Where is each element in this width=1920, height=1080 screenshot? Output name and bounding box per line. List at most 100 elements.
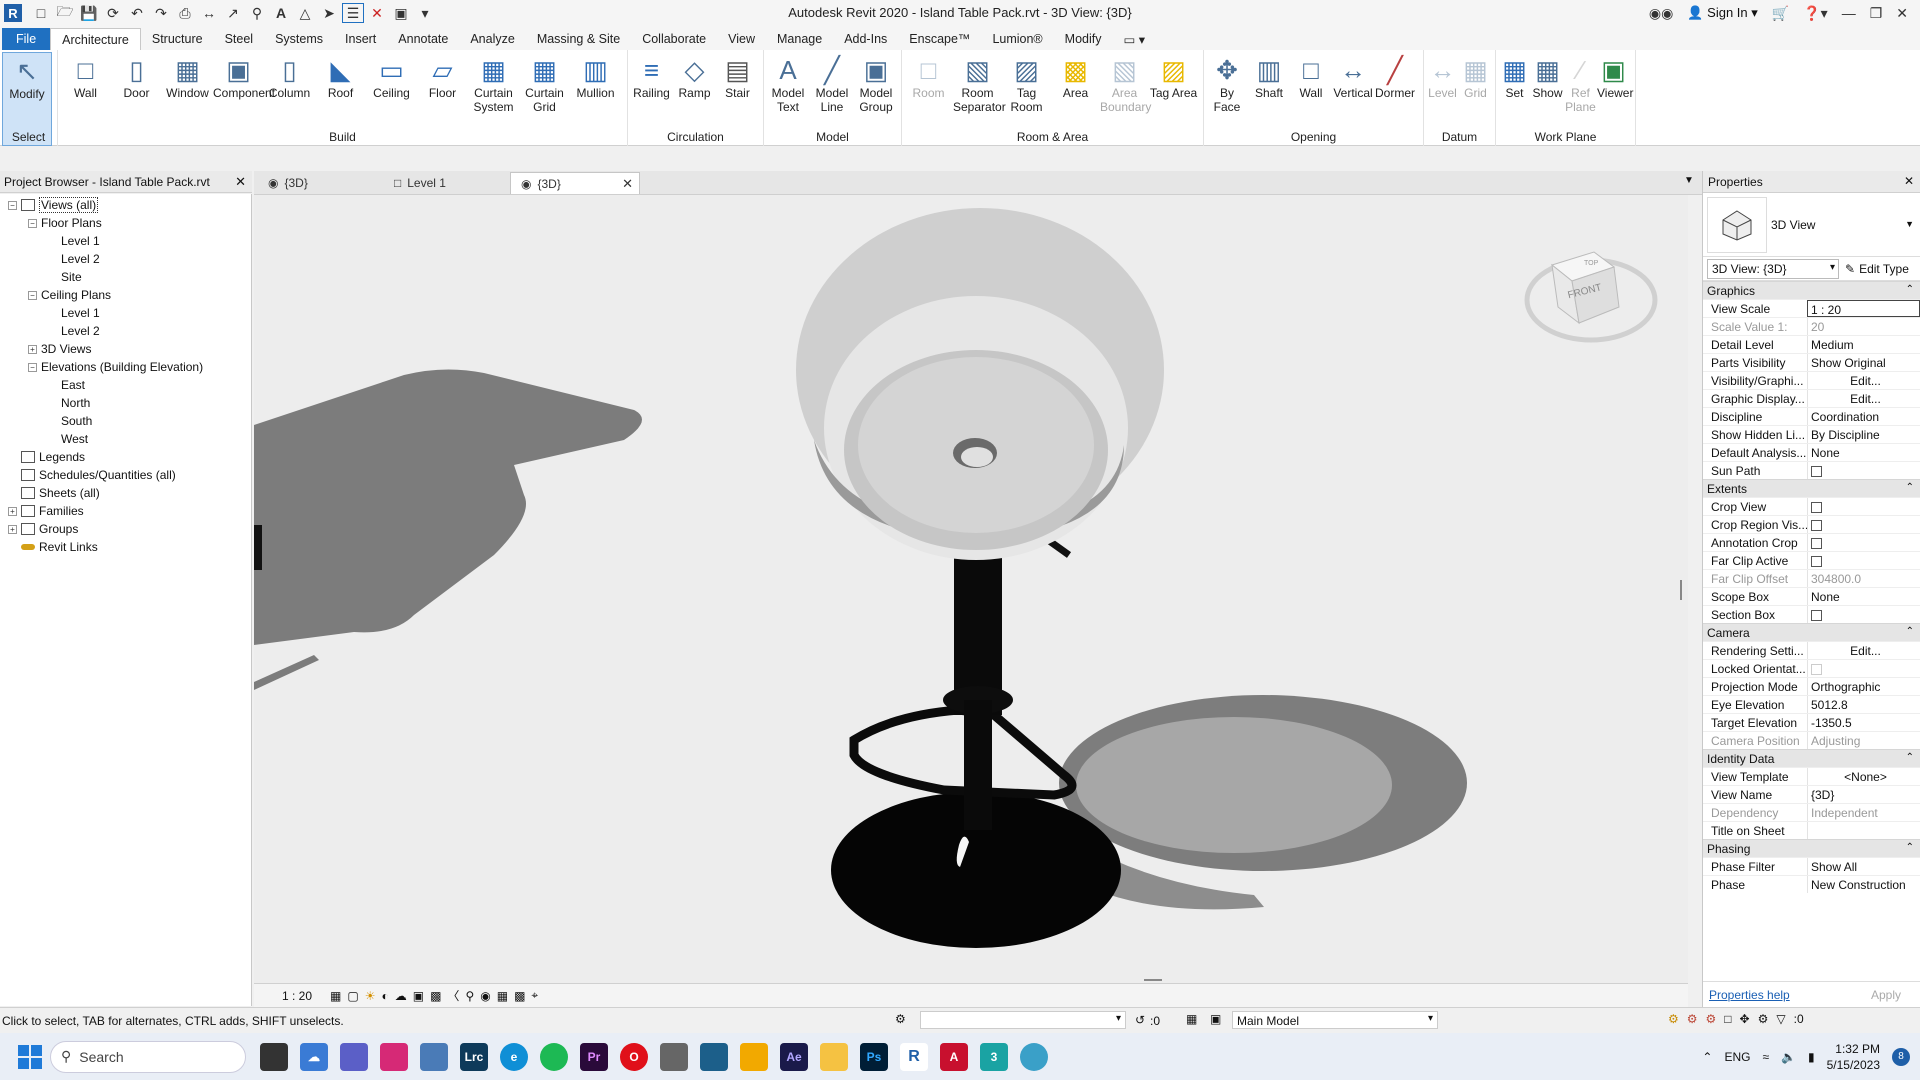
spotify-icon[interactable] (540, 1042, 568, 1071)
prop-value[interactable]: New Construction (1807, 876, 1920, 893)
workset-dropdown[interactable]: ▾ (920, 1011, 1126, 1029)
highlight-icon[interactable]: ▩ (514, 989, 525, 1003)
section-icon[interactable]: ➤ (318, 3, 340, 23)
panel-title[interactable]: Model (764, 130, 901, 144)
3d-viewport[interactable]: FRONT TOP (254, 195, 1688, 983)
prop-value[interactable]: Show Original (1807, 354, 1920, 371)
save-icon[interactable]: 💾 (78, 3, 100, 23)
prop-group-graphics[interactable]: Graphics ⌃ (1703, 281, 1920, 299)
worksets-icon[interactable]: ⚙ (895, 1012, 906, 1026)
collapse-icon[interactable]: − (8, 200, 17, 210)
cart-icon[interactable]: 🛒 (1772, 5, 1789, 22)
properties-help-link[interactable]: Properties help (1709, 988, 1790, 1002)
tree-item-views-all[interactable]: − Views (all) (0, 196, 251, 214)
tree-item-north[interactable]: North (0, 394, 251, 412)
model-canvas[interactable]: FRONT TOP (254, 195, 1688, 983)
prop-checkbox[interactable] (1811, 520, 1822, 531)
doc-tab-3d[interactable]: ◉ {3D} (258, 172, 318, 194)
tree-item-level-2[interactable]: Level 2 (0, 322, 251, 340)
collapse-icon[interactable]: − (28, 290, 37, 300)
doc-tab-3d-active[interactable]: ◉ {3D} ✕ (510, 172, 640, 194)
tab-file[interactable]: File (2, 28, 51, 50)
visual-style-icon[interactable]: ▢ (347, 989, 358, 1003)
prop-value[interactable]: Edit... (1807, 642, 1920, 659)
close-icon[interactable]: ✕ (1896, 5, 1908, 22)
close-tab-icon[interactable]: ✕ (622, 176, 633, 192)
reveal-hidden-icon[interactable]: ◉ (480, 989, 490, 1003)
prop-value[interactable]: Coordination (1807, 408, 1920, 425)
prop-value[interactable] (1807, 516, 1920, 533)
prop-value[interactable]: 5012.8 (1807, 696, 1920, 713)
lock-3d-icon[interactable]: 〈 (447, 987, 459, 1004)
panel-title[interactable]: Circulation (628, 130, 763, 144)
detail-level-icon[interactable]: ▦ (330, 989, 341, 1003)
viewport-scrollbar-h[interactable] (1144, 979, 1162, 981)
panel-title[interactable]: Opening (1204, 130, 1423, 144)
battery-icon[interactable]: ▮ (1808, 1050, 1815, 1064)
prop-value[interactable]: Edit... (1807, 390, 1920, 407)
background-process-icon[interactable]: ⚙ (1758, 1012, 1769, 1026)
default-3d-view-icon[interactable]: △ (294, 3, 316, 23)
qat-dropdown-icon[interactable]: ▾ (414, 3, 436, 23)
tree-item-level-1[interactable]: Level 1 (0, 304, 251, 322)
tab-annotate[interactable]: Annotate (387, 28, 459, 50)
instagram-icon[interactable] (380, 1042, 408, 1071)
volume-icon[interactable]: 🔈 (1781, 1050, 1796, 1064)
sun-path-icon[interactable]: ☀ (365, 989, 376, 1003)
tab-add-ins[interactable]: Add-Ins (833, 28, 898, 50)
taskbar-search[interactable]: ⚲ Search (50, 1040, 246, 1073)
tree-item-elevations-building-elevation[interactable]: − Elevations (Building Elevation) (0, 358, 251, 376)
tab-collaborate[interactable]: Collaborate (631, 28, 717, 50)
viewcube[interactable]: FRONT TOP (1524, 251, 1658, 343)
thin-lines-icon[interactable]: ☰ (342, 3, 364, 23)
tree-item-ceiling-plans[interactable]: − Ceiling Plans (0, 286, 251, 304)
tree-item-revit-links[interactable]: Revit Links (0, 538, 251, 556)
clock[interactable]: 1:32 PM 5/15/2023 (1827, 1041, 1880, 1073)
measure-icon[interactable]: ↔ (198, 3, 220, 23)
panel-title[interactable]: Datum (1424, 130, 1495, 144)
wifi-icon[interactable]: ≈ (1762, 1050, 1769, 1064)
panel-title[interactable]: Room & Area (902, 130, 1203, 144)
tab-structure[interactable]: Structure (141, 28, 214, 50)
prop-value[interactable]: None (1807, 588, 1920, 605)
tray-overflow-icon[interactable]: ⌃ (1702, 1050, 1712, 1064)
tree-item-level-1[interactable]: Level 1 (0, 232, 251, 250)
media-player-icon[interactable] (740, 1042, 768, 1071)
text-icon[interactable]: A (270, 3, 292, 23)
revit-taskbar-icon[interactable]: R (900, 1042, 928, 1071)
temp-hide-icon[interactable]: ⚲ (465, 989, 474, 1003)
prop-value[interactable]: By Discipline (1807, 426, 1920, 443)
prop-group-camera[interactable]: Camera ⌃ (1703, 623, 1920, 641)
constraints-icon[interactable]: ⌖ (531, 988, 538, 1003)
collapse-icon[interactable]: ⌃ (1906, 842, 1914, 853)
panel-title[interactable]: Work Plane (1496, 130, 1635, 144)
prop-value[interactable]: <None> (1807, 768, 1920, 785)
viewport-scrollbar-v[interactable] (1680, 580, 1682, 600)
collapse-icon[interactable]: ⌃ (1906, 626, 1914, 637)
panel-title[interactable]: Build (58, 130, 627, 144)
expand-icon[interactable]: + (8, 506, 17, 516)
tab-architecture[interactable]: Architecture (50, 28, 141, 50)
open-icon[interactable]: 🗁 (54, 3, 76, 23)
photoshop-icon[interactable]: Ps (860, 1042, 888, 1071)
shadows-icon[interactable]: ◐ (381, 989, 388, 1003)
tree-item-schedules-quantities-all[interactable]: Schedules/Quantities (all) (0, 466, 251, 484)
tree-item-level-2[interactable]: Level 2 (0, 250, 251, 268)
tab-overflow-icon[interactable]: ▼ (1684, 175, 1694, 186)
notification-badge[interactable]: 8 (1892, 1047, 1910, 1066)
prop-value[interactable] (1807, 822, 1920, 839)
exclude-options-icon[interactable]: ▣ (1210, 1012, 1221, 1026)
prop-group-identity-data[interactable]: Identity Data ⌃ (1703, 749, 1920, 767)
tab-steel[interactable]: Steel (214, 28, 265, 50)
tree-item-floor-plans[interactable]: − Floor Plans (0, 214, 251, 232)
tree-item-3d-views[interactable]: +3D Views (0, 340, 251, 358)
close-icon[interactable]: ✕ (1904, 174, 1914, 188)
tab-analyze[interactable]: Analyze (459, 28, 525, 50)
prop-value[interactable]: 1 : 20 (1807, 300, 1920, 317)
tab-view[interactable]: View (717, 28, 766, 50)
tree-item-legends[interactable]: Legends (0, 448, 251, 466)
app-icon[interactable] (660, 1042, 688, 1071)
edge-icon[interactable]: e (500, 1042, 528, 1071)
start-icon[interactable] (18, 1044, 42, 1069)
collapse-icon[interactable]: ⌃ (1906, 284, 1914, 295)
